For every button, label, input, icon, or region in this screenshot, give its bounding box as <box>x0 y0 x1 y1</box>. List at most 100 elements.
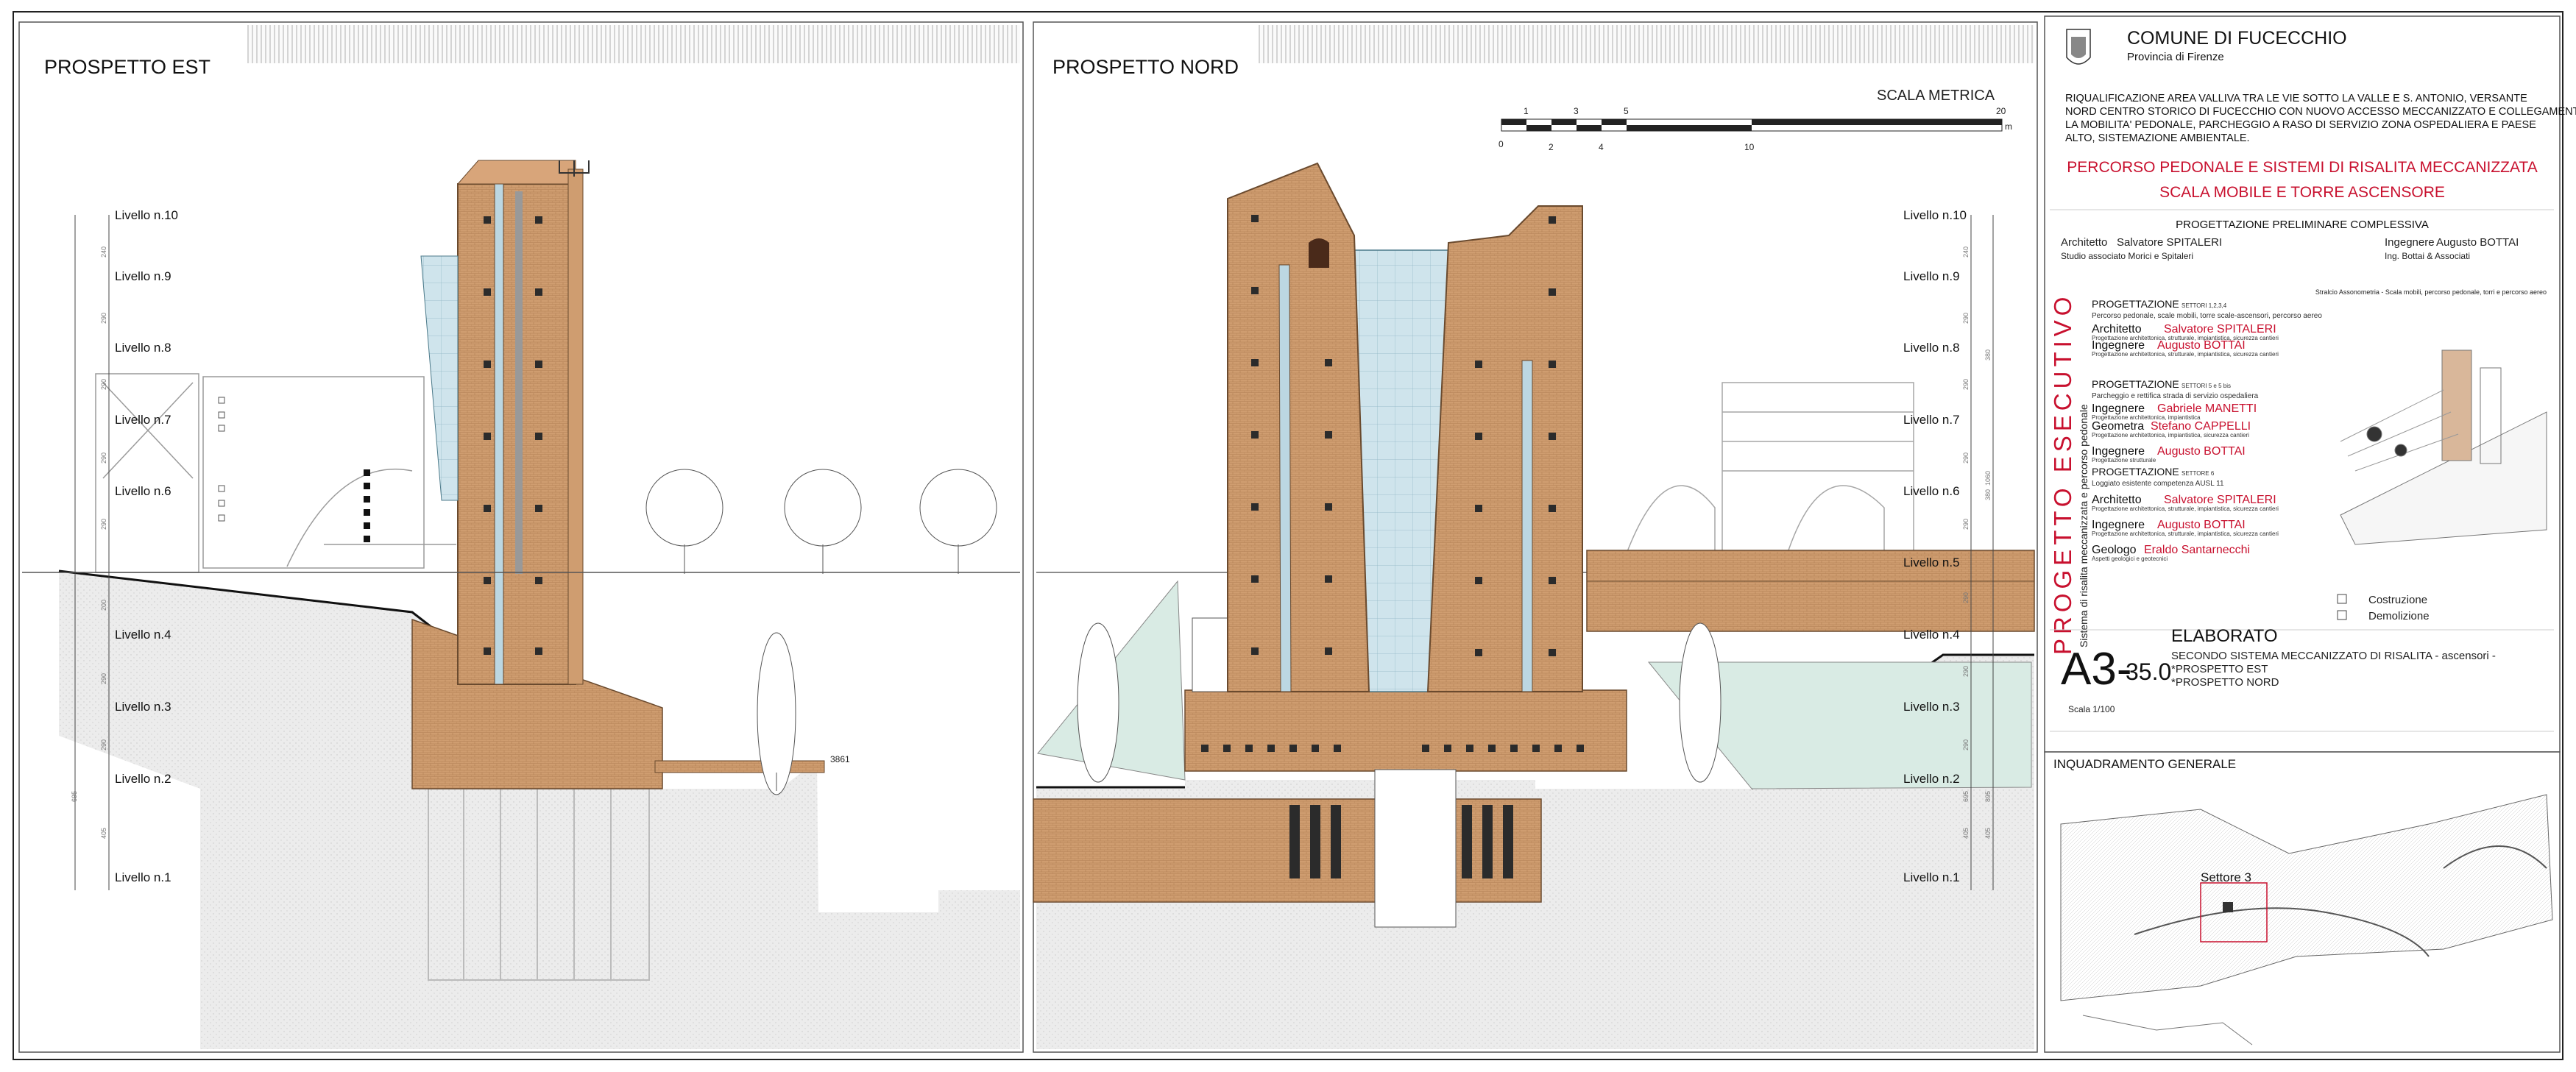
north-level-label: Livello n.9 <box>1903 269 1960 283</box>
north-dimension-value: 290 <box>1962 739 1970 750</box>
north-dimension-value: 290 <box>1962 313 1970 324</box>
east-dimension-value: 240 <box>100 246 107 258</box>
sheet-number: 35.0 <box>2126 659 2171 685</box>
elaborato-description: SECONDO SISTEMA MECCANIZZATO DI RISALITA… <box>2171 650 2496 662</box>
person-name: Salvatore SPITALERI <box>2164 323 2276 336</box>
person-name: Salvatore SPITALERI <box>2164 494 2276 506</box>
title-block: COMUNE DI FUCECCHIO Provincia di Firenze… <box>2044 15 2576 1053</box>
north-level-label: Livello n.3 <box>1903 700 1960 714</box>
east-walkway <box>654 760 825 773</box>
east-level-label: Livello n.1 <box>115 870 171 884</box>
project-title-2: SCALA MOBILE E TORRE ASCENSORE <box>2159 184 2445 201</box>
description-line: ALTO, SISTEMAZIONE AMBIENTALE. <box>2065 132 2250 144</box>
east-dimension-value: 200 <box>100 600 107 611</box>
drawing-scale: Scala 1/100 <box>2068 704 2115 714</box>
north-dimension-value: 895 <box>1984 791 1992 802</box>
section-heading: PROGETTAZIONE <box>2092 298 2179 310</box>
sector-marker <box>2223 902 2233 912</box>
north-dimension-value: 695 <box>1962 791 1970 802</box>
section-sectors: SETTORI 5 e 5 bis <box>2182 383 2231 389</box>
eng-role: Ingegnere <box>2385 236 2435 249</box>
north-aerial-walkway <box>1586 550 2035 632</box>
scale-tick-3: 3 <box>1574 106 1579 116</box>
north-dimension-value: 290 <box>1962 666 1970 677</box>
east-dimension-value: 290 <box>100 739 107 750</box>
status-demolizione: Demolizione <box>2368 610 2430 622</box>
person-name: Gabriele MANETTI <box>2157 402 2257 415</box>
section-heading: PROGETTAZIONE <box>2092 378 2179 390</box>
elaborato-item-north: *PROSPETTO NORD <box>2171 676 2279 689</box>
east-level-label: Livello n.6 <box>115 484 171 498</box>
person-role: Ingegnere <box>2092 519 2145 531</box>
north-level-label: Livello n.5 <box>1903 555 1960 569</box>
north-dimension-value: 290 <box>1962 452 1970 464</box>
person-role: Ingegnere <box>2092 402 2145 415</box>
scale-tick-5: 5 <box>1624 106 1629 116</box>
east-dimension-value: 290 <box>100 379 107 390</box>
checkbox-demolizione[interactable] <box>2337 610 2347 620</box>
east-level-label: Livello n.4 <box>115 628 171 642</box>
prelim-heading: PROGETTAZIONE PRELIMINARE COMPLESSIVA <box>2176 219 2429 231</box>
north-right-tower <box>1426 205 1583 692</box>
person-name: Eraldo Santarnecchi <box>2144 544 2250 556</box>
drawing-sheet: PROSPETTO EST Livello n.10Livello n.9Liv… <box>13 11 2576 1060</box>
person-role: Ingegnere <box>2092 445 2145 458</box>
sector-label: Settore 3 <box>2201 870 2251 884</box>
location-plan-title: INQUADRAMENTO GENERALE <box>2053 757 2236 771</box>
section-sectors: SETTORI 1,2,3,4 <box>2182 302 2227 309</box>
scale-tick-10: 10 <box>1744 142 1755 152</box>
north-level-label: Livello n.7 <box>1903 413 1960 427</box>
section-description: Loggiato esistente competenza AUSL 11 <box>2092 480 2224 488</box>
municipality-name: COMUNE DI FUCECCHIO <box>2127 28 2347 49</box>
person-task: Progettazione architettonica, struttural… <box>2092 505 2279 512</box>
person-role: Geologo <box>2092 544 2137 556</box>
axon-note: Stralcio Assonometria - Scala mobili, pe… <box>2315 288 2547 296</box>
north-dimension-value: 405 <box>1984 828 1992 839</box>
scale-bar-title: SCALA METRICA <box>1877 88 1995 104</box>
east-dimension-value: 290 <box>100 519 107 530</box>
east-level-label: Livello n.9 <box>115 269 171 283</box>
north-left-tower <box>1227 162 1370 692</box>
east-level-label: Livello n.7 <box>115 413 171 427</box>
scale-tick-20: 20 <box>1996 106 2006 116</box>
north-dimension-value: 380 <box>1984 349 1992 361</box>
north-dimension-value: 290 <box>1962 592 1970 603</box>
province-name: Provincia di Firenze <box>2127 51 2224 63</box>
north-level-label: Livello n.2 <box>1903 772 1960 786</box>
person-task: Progettazione architettonica, struttural… <box>2092 351 2279 358</box>
person-task: Progettazione strutturale <box>2092 457 2156 464</box>
north-elevation-panel: PROSPETTO NORD SCALA METRICA 1 3 5 20 0 … <box>1033 21 2038 1053</box>
section-description: Parcheggio e rettifica strada di servizi… <box>2092 392 2259 400</box>
section-description: Percorso pedonale, scale mobili, torre s… <box>2092 312 2322 320</box>
north-plinth <box>1184 689 1627 772</box>
north-level-label: Livello n.1 <box>1903 870 1960 884</box>
east-level-label: Livello n.8 <box>115 341 171 355</box>
person-role: Architetto <box>2092 494 2142 506</box>
section-heading: PROGETTAZIONE <box>2092 466 2179 478</box>
north-dimension-value: 290 <box>1962 519 1970 530</box>
person-name: Augusto BOTTAI <box>2157 339 2246 352</box>
vertical-project-title: PROGETTO ESECUTIVO <box>2049 293 2076 655</box>
east-panel-title: PROSPETTO EST <box>44 56 210 78</box>
description-line: LA MOBILITA' PEDONALE, PARCHEGGIO A RASO… <box>2065 119 2536 131</box>
elaborato-label: ELABORATO <box>2171 626 2278 646</box>
north-dimension-value: 290 <box>1962 379 1970 390</box>
person-name: Augusto BOTTAI <box>2157 445 2246 458</box>
person-name: Stefano CAPPELLI <box>2151 420 2251 433</box>
north-level-label: Livello n.8 <box>1903 341 1960 355</box>
north-level-label: Livello n.10 <box>1903 208 1967 222</box>
checkbox-costruzione[interactable] <box>2337 594 2347 604</box>
east-dimension-value: 290 <box>100 452 107 464</box>
elaborato-item-east: *PROSPETTO EST <box>2171 663 2268 675</box>
north-dimension-value: 380 <box>1984 489 1992 500</box>
coat-of-arms-icon <box>2066 29 2091 65</box>
north-dimension-value: 1060 <box>1984 471 1992 486</box>
scale-tick-2: 2 <box>1549 142 1554 152</box>
north-level-label: Livello n.6 <box>1903 484 1960 498</box>
east-dimension-value: 695 <box>71 791 78 802</box>
east-level-label: Livello n.2 <box>115 772 171 786</box>
eng-name: Augusto BOTTAI <box>2436 236 2519 249</box>
east-dimension-value: 290 <box>100 313 107 324</box>
north-level-label: Livello n.4 <box>1903 628 1960 642</box>
spot-height-label: 3861 <box>830 754 850 764</box>
